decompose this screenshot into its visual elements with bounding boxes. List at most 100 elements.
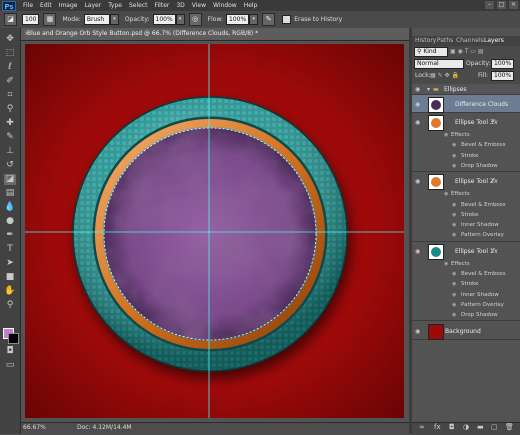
chevron-down-icon[interactable]: ▾ bbox=[249, 14, 259, 25]
eye-icon[interactable]: ◉ bbox=[452, 292, 456, 298]
fx-icon[interactable]: fx bbox=[434, 423, 441, 431]
chevron-down-icon[interactable]: ▾ bbox=[427, 86, 430, 93]
marquee-tool-icon[interactable]: ⬚ bbox=[4, 48, 16, 59]
tab-paths[interactable]: Paths bbox=[437, 37, 453, 44]
quick-mask-icon[interactable]: ◘ bbox=[4, 346, 16, 357]
eye-icon[interactable]: ◉ bbox=[452, 312, 456, 318]
eye-icon[interactable]: ◉ bbox=[452, 202, 456, 208]
chevron-down-icon[interactable]: ▾ bbox=[175, 14, 185, 25]
layer-name[interactable]: Ellipse Tool 2 bbox=[455, 178, 494, 185]
filter-icons[interactable]: ▣ ◉ T ▭ ▤ bbox=[450, 48, 484, 55]
eye-icon[interactable]: ◉ bbox=[452, 222, 456, 228]
close-button[interactable]: × bbox=[509, 1, 518, 9]
effect-item[interactable]: Stroke bbox=[461, 153, 479, 159]
brush-size-field[interactable]: 100 bbox=[22, 14, 40, 25]
shape-tool-icon[interactable]: ■ bbox=[4, 272, 16, 283]
effect-item[interactable]: Pattern Overlay bbox=[461, 232, 504, 238]
fx-badge[interactable]: fx bbox=[492, 178, 498, 185]
eye-icon[interactable]: ◉ bbox=[452, 281, 456, 287]
document-canvas[interactable] bbox=[25, 44, 404, 418]
mask-icon[interactable]: ◘ bbox=[449, 423, 455, 431]
eye-icon[interactable]: ◉ bbox=[444, 191, 448, 197]
tab-channels[interactable]: Channels bbox=[456, 37, 484, 44]
adjustment-icon[interactable]: ◑ bbox=[463, 423, 469, 431]
eye-icon[interactable]: ◉ bbox=[444, 261, 448, 267]
menu-filter[interactable]: Filter bbox=[155, 2, 170, 9]
zoom-level[interactable]: 66.67% bbox=[23, 424, 46, 431]
eye-icon[interactable]: ◉ bbox=[415, 119, 420, 126]
eye-icon[interactable]: ◉ bbox=[444, 132, 448, 138]
pen-tool-icon[interactable]: ✒ bbox=[4, 230, 16, 241]
healing-tool-icon[interactable]: ✚ bbox=[4, 118, 16, 129]
clone-stamp-tool-icon[interactable]: ⊥ bbox=[4, 146, 16, 157]
tab-history[interactable]: History bbox=[415, 37, 436, 44]
eye-icon[interactable]: ◉ bbox=[452, 232, 456, 238]
eraser-tool-icon[interactable]: ◪ bbox=[4, 174, 16, 185]
eye-icon[interactable]: ◉ bbox=[415, 248, 420, 255]
blend-mode-select[interactable]: Normal bbox=[414, 59, 464, 69]
zoom-tool-icon[interactable]: ⚲ bbox=[4, 300, 16, 311]
lasso-tool-icon[interactable]: ℓ bbox=[4, 62, 16, 73]
effect-item[interactable]: Drop Shadow bbox=[461, 312, 498, 318]
move-tool-icon[interactable]: ✥ bbox=[4, 34, 16, 45]
layer-name[interactable]: Ellipse Tool 1 bbox=[455, 248, 494, 255]
menu-select[interactable]: Select bbox=[129, 2, 148, 9]
menu-view[interactable]: View bbox=[192, 2, 206, 9]
menu-window[interactable]: Window bbox=[213, 2, 237, 9]
chevron-down-icon[interactable]: ▾ bbox=[109, 14, 119, 25]
trash-icon[interactable]: 🗑 bbox=[505, 423, 514, 431]
effect-item[interactable]: Drop Shadow bbox=[461, 163, 498, 169]
eye-icon[interactable]: ◉ bbox=[415, 328, 420, 335]
eye-icon[interactable]: ◉ bbox=[452, 163, 456, 169]
dodge-tool-icon[interactable]: ● bbox=[4, 216, 16, 227]
effect-item[interactable]: Stroke bbox=[461, 212, 479, 218]
lock-icons[interactable]: ▦ ✎ ✥ 🔒 bbox=[430, 72, 459, 79]
effect-item[interactable]: Inner Shadow bbox=[461, 222, 499, 228]
menu-type[interactable]: Type bbox=[108, 2, 122, 9]
brush-panel-icon[interactable]: ▦ bbox=[43, 13, 57, 26]
flow-field[interactable]: 100% bbox=[226, 14, 250, 25]
minimize-button[interactable]: – bbox=[485, 1, 494, 9]
eye-icon[interactable]: ◉ bbox=[415, 86, 420, 93]
tab-layers[interactable]: Layers bbox=[484, 37, 504, 44]
eye-icon[interactable]: ◉ bbox=[452, 302, 456, 308]
screen-mode-icon[interactable]: ▭ bbox=[4, 360, 16, 371]
gradient-tool-icon[interactable]: ▤ bbox=[4, 188, 16, 199]
new-layer-icon[interactable]: ▢ bbox=[491, 423, 498, 431]
opacity-field[interactable]: 100% bbox=[152, 14, 176, 25]
eye-icon[interactable]: ◉ bbox=[452, 153, 456, 159]
maximize-button[interactable]: □ bbox=[497, 1, 506, 9]
layer-filter-select[interactable]: ⚲ Kind bbox=[414, 47, 448, 57]
menu-edit[interactable]: Edit bbox=[40, 2, 52, 9]
eye-icon[interactable]: ◉ bbox=[452, 271, 456, 277]
layer-opacity-field[interactable]: 100% bbox=[491, 59, 515, 69]
folder-icon[interactable]: ▬ bbox=[477, 423, 484, 431]
layer-fill-field[interactable]: 100% bbox=[491, 71, 515, 81]
eye-icon[interactable]: ◉ bbox=[452, 212, 456, 218]
path-select-tool-icon[interactable]: ➤ bbox=[4, 258, 16, 269]
eye-icon[interactable]: ◉ bbox=[415, 101, 420, 108]
layer-name[interactable]: Ellipse Tool 3 bbox=[455, 119, 494, 126]
erase-to-history-checkbox[interactable] bbox=[282, 15, 292, 24]
hand-tool-icon[interactable]: ✋ bbox=[4, 286, 16, 297]
fx-badge[interactable]: fx bbox=[492, 248, 498, 255]
brush-tool-icon[interactable]: ✎ bbox=[4, 132, 16, 143]
pressure-opacity-icon[interactable]: ◎ bbox=[188, 13, 202, 26]
blur-tool-icon[interactable]: 💧 bbox=[4, 202, 16, 213]
effect-item[interactable]: Inner Shadow bbox=[461, 292, 499, 298]
eyedropper-tool-icon[interactable]: ⚲ bbox=[4, 104, 16, 115]
eye-icon[interactable]: ◉ bbox=[452, 142, 456, 148]
eraser-tool-icon[interactable]: ◪ bbox=[4, 13, 17, 26]
menu-layer[interactable]: Layer bbox=[84, 2, 101, 9]
effect-item[interactable]: Bevel & Emboss bbox=[461, 142, 506, 148]
type-tool-icon[interactable]: T bbox=[4, 244, 16, 255]
menu-image[interactable]: Image bbox=[59, 2, 78, 9]
airbrush-icon[interactable]: ✎ bbox=[262, 13, 276, 26]
background-color-swatch[interactable] bbox=[8, 333, 19, 344]
layer-name[interactable]: Difference Clouds bbox=[455, 101, 508, 108]
fx-badge[interactable]: fx bbox=[492, 119, 498, 126]
quick-select-tool-icon[interactable]: ✐ bbox=[4, 76, 16, 87]
mode-select[interactable]: Brush bbox=[83, 14, 110, 25]
layer-name[interactable]: Background bbox=[445, 328, 481, 335]
menu-3d[interactable]: 3D bbox=[176, 2, 184, 9]
